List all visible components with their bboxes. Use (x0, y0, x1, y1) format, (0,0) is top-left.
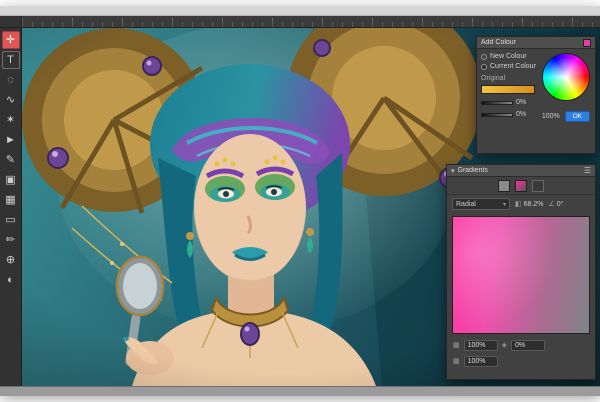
angle-icon: ∠ (548, 200, 554, 208)
pencil-icon: ✏ (6, 235, 15, 246)
saturation-slider[interactable]: 0% (481, 111, 537, 118)
opacity-value: 100% (542, 113, 560, 120)
stop-opacity-field[interactable]: 100% (464, 340, 498, 351)
stamp-tool[interactable]: ▣ (2, 171, 20, 189)
stamp-icon: ▣ (5, 175, 15, 186)
panel-menu-icon[interactable]: ☰ (584, 166, 591, 175)
color-picker-panel: Add Colour New Colour Current Colour Ori… (476, 36, 596, 154)
radio-icon (481, 54, 487, 60)
swatch-none[interactable] (532, 180, 544, 192)
swatch-gradient[interactable] (515, 180, 527, 192)
swatch-icon: ◐ (7, 275, 14, 286)
saturation-value: 0% (516, 111, 526, 118)
stop-location-field[interactable]: 0% (511, 340, 545, 351)
ruler-corner (0, 16, 22, 28)
app-window: ✛ T ◌ ∿ ✶ ► ✎ ▣ ▦ ▭ ✏ ⊕ ◐ (0, 6, 600, 396)
marquee-icon: ◌ (7, 75, 14, 86)
arrow-tool[interactable]: ► (2, 131, 20, 149)
option-new-colour[interactable]: New Colour (481, 53, 537, 60)
original-label: Original (481, 75, 537, 82)
tool-palette: ✛ T ◌ ∿ ✶ ► ✎ ▣ ▦ ▭ ✏ ⊕ ◐ (0, 28, 22, 396)
grid-tool[interactable]: ▦ (2, 191, 20, 209)
gradient-type-value: Radial (456, 201, 476, 208)
type-tool[interactable]: T (2, 51, 20, 69)
wand-tool[interactable]: ✶ (2, 111, 20, 129)
location-icon: ◈ (502, 341, 507, 349)
grid-icon: ▦ (5, 195, 15, 206)
move-icon: ✛ (6, 35, 15, 46)
original-color-swatch[interactable] (481, 85, 535, 94)
gradient-type-dropdown[interactable]: Radial ▾ (452, 198, 510, 210)
collapse-chevron-icon[interactable]: ▾ (451, 167, 455, 175)
arrow-icon: ► (5, 135, 16, 146)
lasso-tool[interactable]: ∿ (2, 91, 20, 109)
option-current-colour[interactable]: Current Colour (481, 63, 537, 70)
color-panel-title: Add Colour (481, 39, 580, 46)
move-tool[interactable]: ✛ (2, 31, 20, 49)
color-wheel[interactable] (542, 53, 590, 101)
option-new-colour-label: New Colour (490, 53, 527, 60)
gradient-opacity[interactable]: ◧ 68.2% (515, 200, 543, 208)
chevron-down-icon: ▾ (503, 201, 506, 208)
option-current-colour-label: Current Colour (490, 63, 536, 70)
gradient-stop-row: ▦ 100% ◈ 0% (447, 337, 595, 353)
marquee-tool[interactable]: ◌ (2, 71, 20, 89)
slider-track (481, 101, 513, 105)
gradient-options-row: Radial ▾ ◧ 68.2% ∠ 0° (447, 195, 595, 213)
lasso-icon: ∿ (6, 95, 15, 106)
gradient-preview[interactable] (452, 216, 590, 334)
fill-mode-row (447, 177, 595, 195)
brush-icon: ✎ (6, 155, 15, 166)
opacity-stop-icon: ▦ (453, 341, 460, 349)
gradients-panel: ▾ Gradients ☰ Radial ▾ ◧ 68.2% ∠ (446, 164, 596, 380)
magenta-color-chip[interactable] (583, 39, 591, 47)
type-icon: T (7, 55, 14, 66)
hue-value: 0% (516, 99, 526, 106)
zoom-tool[interactable]: ⊕ (2, 251, 20, 269)
fill-opacity-field[interactable]: 100% (464, 356, 498, 367)
zoom-icon: ⊕ (6, 255, 15, 266)
swatch-tool[interactable]: ◐ (2, 271, 20, 289)
titlebar[interactable] (0, 6, 600, 16)
slider-track (481, 113, 513, 117)
fill-opacity-icon: ▦ (453, 357, 460, 365)
swatch-solid[interactable] (498, 180, 510, 192)
desktop: ✛ T ◌ ∿ ✶ ► ✎ ▣ ▦ ▭ ✏ ⊕ ◐ (0, 0, 600, 402)
eraser-icon: ▭ (5, 215, 15, 226)
hue-slider[interactable]: 0% (481, 99, 537, 106)
fill-opacity-row: ▦ 100% (447, 353, 595, 369)
gradient-opacity-value: 68.2% (524, 201, 544, 208)
pencil-tool[interactable]: ✏ (2, 231, 20, 249)
gradients-panel-title: Gradients (458, 167, 581, 174)
brush-tool[interactable]: ✎ (2, 151, 20, 169)
ok-button[interactable]: OK (565, 111, 590, 122)
gradient-angle-value: 0° (557, 201, 564, 208)
radio-icon (481, 64, 487, 70)
statusbar (0, 386, 600, 396)
gradient-angle[interactable]: ∠ 0° (548, 200, 563, 208)
opacity-icon: ◧ (515, 200, 522, 208)
eraser-tool[interactable]: ▭ (2, 211, 20, 229)
wand-icon: ✶ (6, 115, 15, 126)
horizontal-ruler (22, 16, 600, 28)
